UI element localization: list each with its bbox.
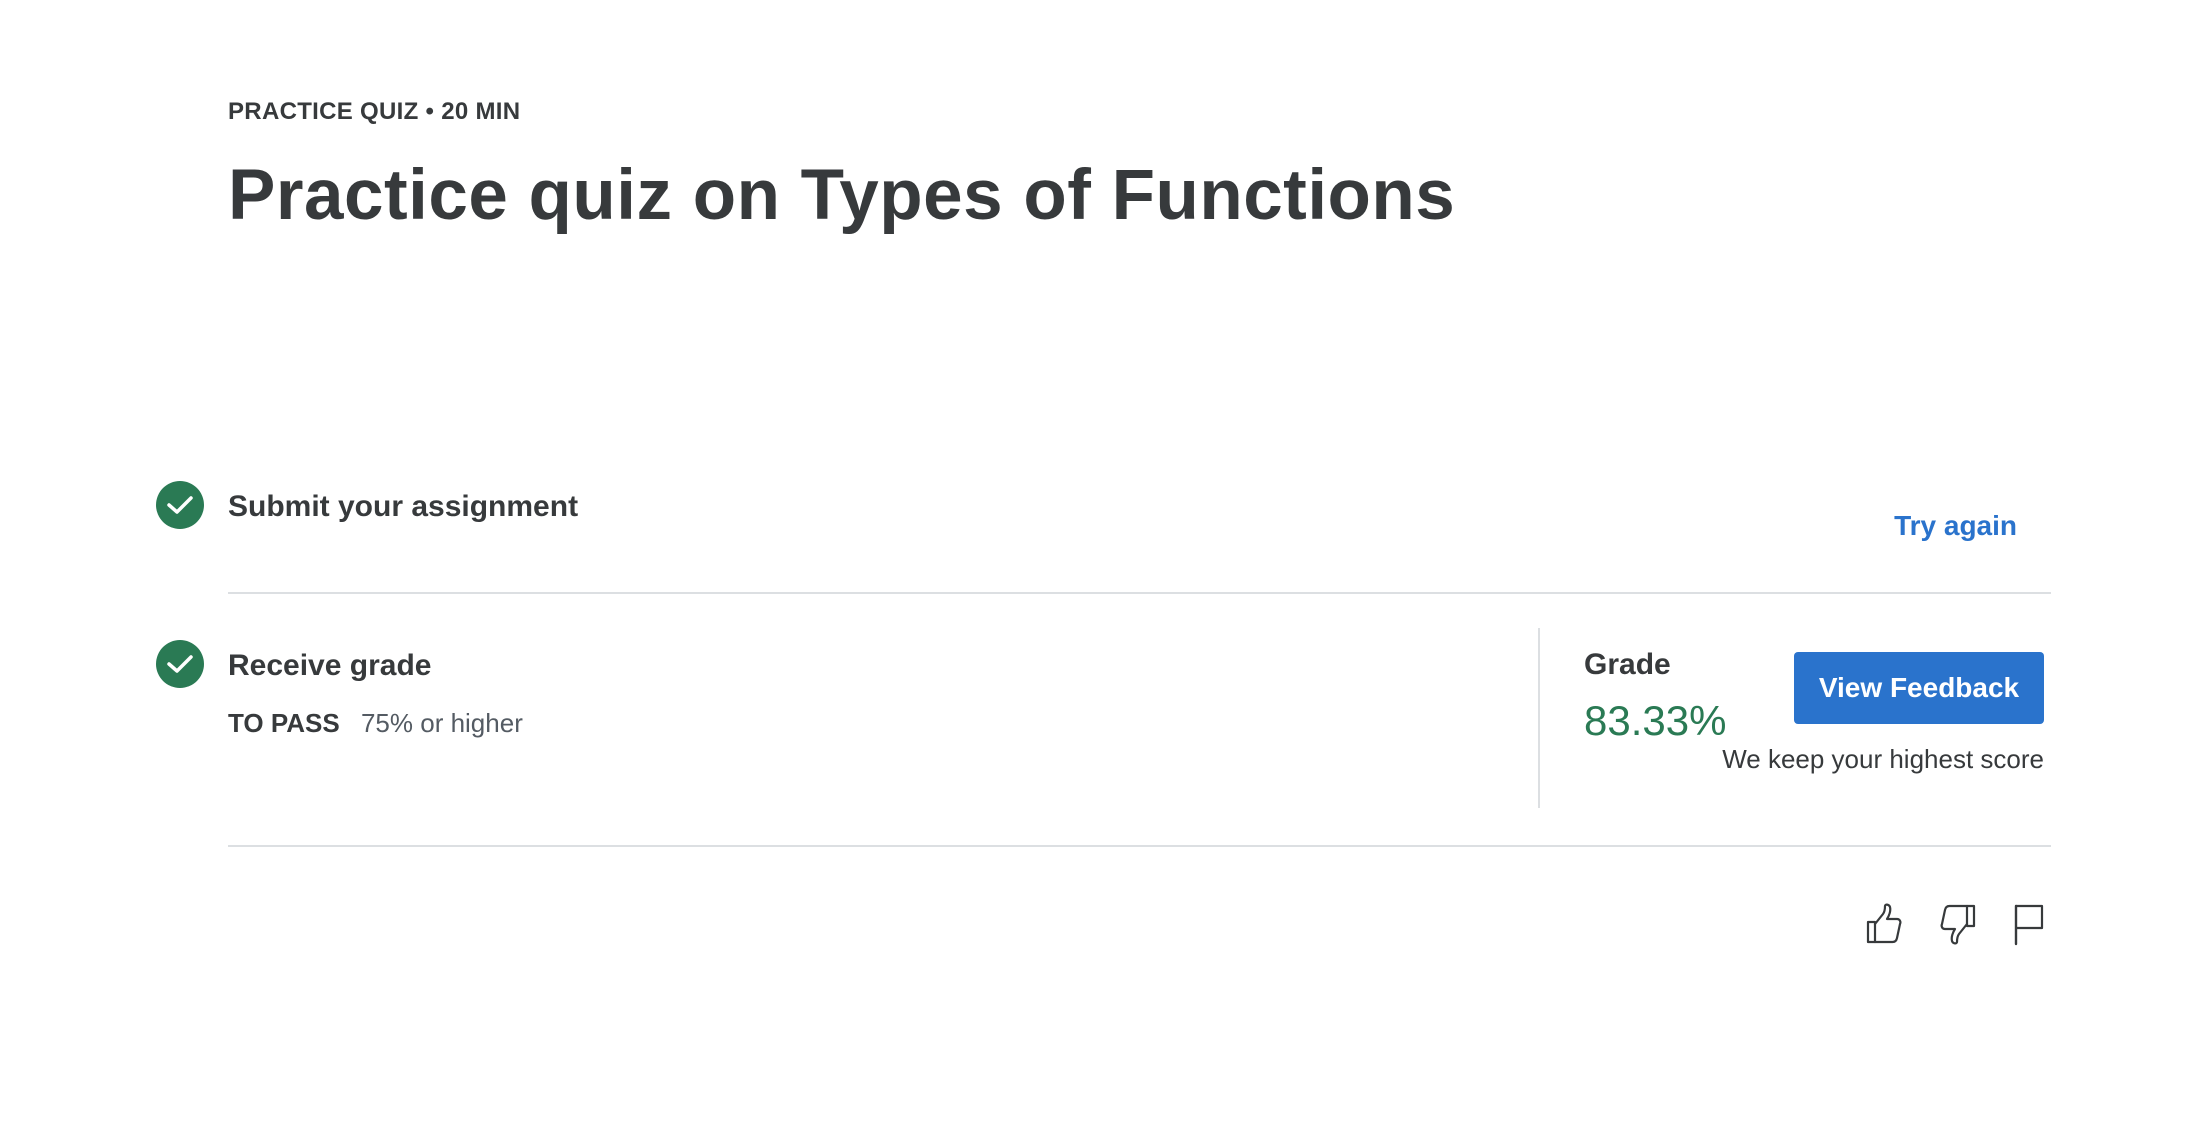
grade-label: Grade xyxy=(1584,648,1671,681)
grade-value: 83.33% xyxy=(1584,697,1727,744)
check-circle-icon xyxy=(156,640,204,688)
vertical-divider xyxy=(1538,628,1540,808)
quiz-meta: PRACTICE QUIZ • 20 MIN xyxy=(228,98,521,125)
try-again-link[interactable]: Try again xyxy=(1894,510,2017,542)
pass-label: TO PASS xyxy=(228,708,340,738)
submit-step-title: Submit your assignment xyxy=(228,490,579,523)
quiz-page: PRACTICE QUIZ • 20 MIN Practice quiz on … xyxy=(0,0,2192,1138)
check-circle-icon xyxy=(156,481,204,529)
highest-score-note: We keep your highest score xyxy=(1722,744,2044,774)
thumbs-up-icon[interactable] xyxy=(1860,898,1908,950)
divider xyxy=(228,592,2051,594)
pass-requirement: TO PASS 75% or higher xyxy=(228,708,523,739)
flag-icon[interactable] xyxy=(2004,898,2052,950)
thumbs-down-icon[interactable] xyxy=(1934,898,1982,950)
grade-step-title: Receive grade xyxy=(228,649,432,682)
divider xyxy=(228,845,2051,847)
pass-value: 75% or higher xyxy=(360,708,523,738)
page-title: Practice quiz on Types of Functions xyxy=(228,156,1456,235)
view-feedback-button[interactable]: View Feedback xyxy=(1794,652,2044,724)
